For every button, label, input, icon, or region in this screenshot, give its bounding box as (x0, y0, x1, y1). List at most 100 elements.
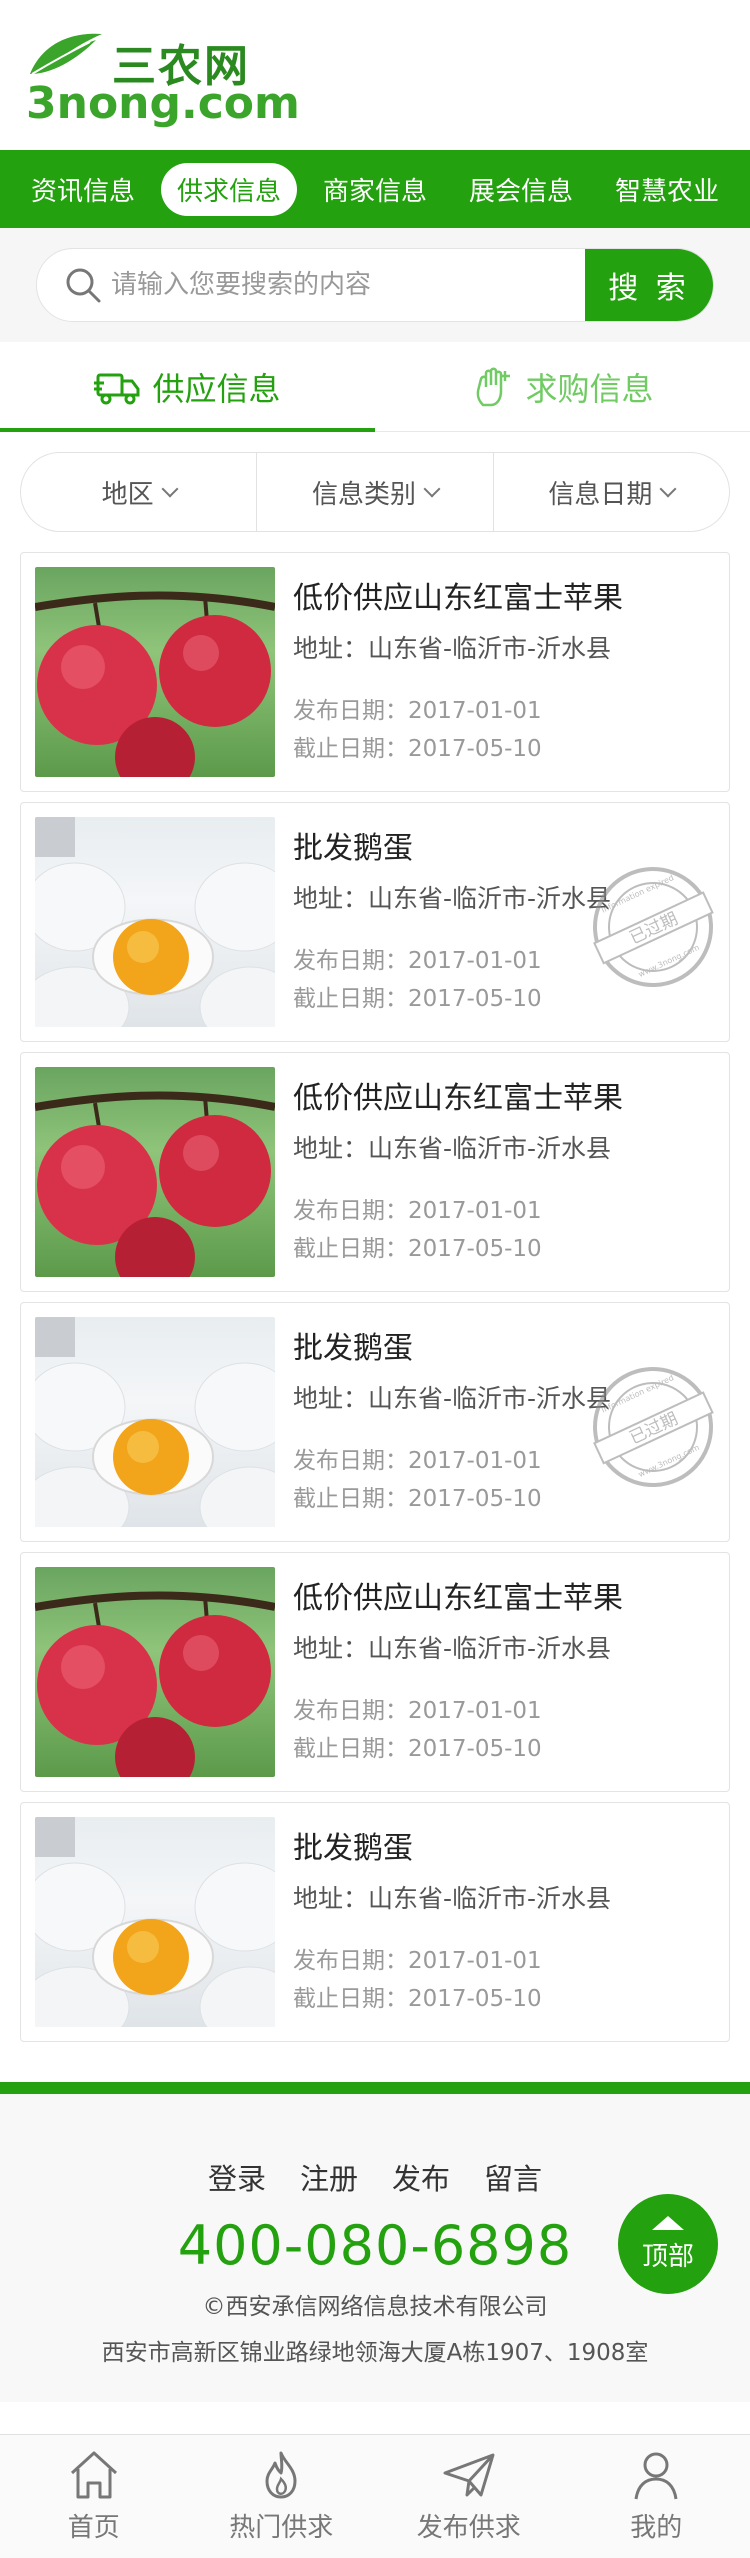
listing-deadline-date: 截止日期：2017-05-10 (293, 1486, 542, 1512)
listing-title: 低价供应山东红富士苹果 (293, 1081, 623, 1116)
listing-deadline-date: 截止日期：2017-05-10 (293, 1736, 542, 1762)
nav-item-news[interactable]: 资讯信息 (15, 163, 151, 216)
nav-item-supply-demand[interactable]: 供求信息 (160, 162, 297, 216)
stamp-ring-top: Information expired (600, 873, 675, 914)
listing-publish-date: 发布日期：2017-01-01 (293, 1948, 542, 1974)
bottom-tab-hot[interactable]: 热门供求 (188, 2435, 376, 2558)
bottom-tab-me-label: 我的 (630, 2513, 683, 2543)
tab-demand-label: 求购信息 (525, 369, 654, 408)
listing-title: 批发鹅蛋 (293, 1331, 413, 1366)
arrow-up-icon (652, 2215, 684, 2230)
home-icon (70, 2451, 117, 2499)
listing-deadline-date: 截止日期：2017-05-10 (293, 986, 542, 1012)
filter-date[interactable]: 信息日期 (494, 453, 729, 531)
truck-icon (94, 373, 140, 404)
listing-card[interactable]: 低价供应山东红富士苹果 地址：山东省-临沂市-沂水县 发布日期：2017-01-… (20, 1552, 730, 1792)
chevron-down-icon (423, 480, 441, 498)
hand-icon (477, 367, 511, 406)
listing-address: 地址：山东省-临沂市-沂水县 (293, 634, 612, 663)
listing-list: 低价供应山东红富士苹果 地址：山东省-临沂市-沂水县 发布日期：2017-01-… (0, 532, 750, 2042)
egg-image (35, 1317, 275, 1527)
expired-stamp: 已过期 Information expired www.3nong.com (593, 1367, 714, 1487)
user-icon (634, 2452, 678, 2500)
egg-image (35, 1817, 275, 2027)
logo[interactable]: 三农网 3nong.com (26, 26, 300, 129)
listing-title: 批发鹅蛋 (293, 1831, 413, 1866)
bottom-tab-home-label: 首页 (67, 2513, 120, 2543)
company-address: 西安市高新区锦业路绿地领海大厦A栋1907、1908室 (101, 2340, 649, 2366)
listing-title: 低价供应山东红富士苹果 (293, 581, 623, 616)
listing-publish-date: 发布日期：2017-01-01 (293, 1448, 542, 1474)
listing-publish-date: 发布日期：2017-01-01 (293, 1698, 542, 1724)
back-to-top-label: 顶部 (641, 2241, 694, 2272)
listing-card[interactable]: 批发鹅蛋 地址：山东省-临沂市-沂水县 发布日期：2017-01-01 截止日期… (20, 1802, 730, 2042)
tab-demand[interactable]: 求购信息 (375, 342, 750, 431)
leaf-logo-icon (30, 33, 102, 75)
flame-icon (265, 2451, 297, 2499)
listing-address: 地址：山东省-临沂市-沂水县 (293, 1134, 612, 1163)
listing-card[interactable]: 批发鹅蛋 地址：山东省-临沂市-沂水县 发布日期：2017-01-01 截止日期… (20, 1302, 730, 1542)
header: 三农网 3nong.com (0, 0, 750, 150)
stamp-ring-bottom: www.3nong.com (637, 943, 701, 979)
nav-item-merchants[interactable]: 商家信息 (307, 163, 443, 216)
filter-bar: 地区 信息类别 信息日期 (20, 452, 730, 532)
footer-link-publish[interactable]: 发布 (392, 2156, 450, 2198)
footer-link-login[interactable]: 登录 (208, 2156, 266, 2198)
footer-link-message[interactable]: 留言 (484, 2156, 542, 2198)
bottom-tab-home[interactable]: 首页 (0, 2435, 188, 2558)
filter-category[interactable]: 信息类别 (257, 453, 494, 531)
listing-title: 低价供应山东红富士苹果 (293, 1581, 623, 1616)
footer-link-register[interactable]: 注册 (300, 2156, 358, 2198)
bottom-tab-publish[interactable]: 发布供求 (375, 2435, 563, 2558)
bottom-tab-hot-label: 热门供求 (229, 2513, 334, 2543)
listing-info: 低价供应山东红富士苹果 地址：山东省-临沂市-沂水县 发布日期：2017-01-… (293, 1567, 715, 1777)
filter-region[interactable]: 地区 (21, 453, 258, 531)
stamp-ring-top: Information expired (600, 1373, 675, 1414)
listing-info: 批发鹅蛋 地址：山东省-临沂市-沂水县 发布日期：2017-01-01 截止日期… (293, 1817, 715, 2027)
bottom-tab-publish-label: 发布供求 (416, 2513, 521, 2543)
logo-en-text: 3nong.com (26, 78, 300, 129)
filter-region-label: 地区 (101, 479, 154, 510)
send-icon (443, 2453, 495, 2497)
search-box: 搜 索 (36, 248, 714, 322)
footer-links: 登录 注册 发布 留言 (0, 2094, 750, 2198)
footer: 登录 注册 发布 留言 400-080-6898 ©西安承信网络信息技术有限公司… (0, 2082, 750, 2402)
listing-deadline-date: 截止日期：2017-05-10 (293, 1236, 542, 1262)
search-icon (66, 268, 101, 303)
filter-date-label: 信息日期 (548, 479, 653, 510)
company-copyright: ©西安承信网络信息技术有限公司 (202, 2294, 548, 2320)
chevron-down-icon (659, 480, 677, 498)
search-input[interactable] (111, 270, 585, 300)
search-button[interactable]: 搜 索 (585, 249, 713, 321)
listing-info: 低价供应山东红富士苹果 地址：山东省-临沂市-沂水县 发布日期：2017-01-… (293, 567, 715, 777)
listing-card[interactable]: 低价供应山东红富士苹果 地址：山东省-临沂市-沂水县 发布日期：2017-01-… (20, 1052, 730, 1292)
tab-supply[interactable]: 供应信息 (0, 342, 375, 432)
listing-publish-date: 发布日期：2017-01-01 (293, 948, 542, 974)
main-nav: 资讯信息 供求信息 商家信息 展会信息 智慧农业 (0, 150, 750, 228)
listing-publish-date: 发布日期：2017-01-01 (293, 698, 542, 724)
listing-deadline-date: 截止日期：2017-05-10 (293, 1986, 542, 2012)
apple-image (35, 567, 275, 777)
search-bar: 搜 索 (0, 228, 750, 342)
chevron-down-icon (161, 480, 179, 498)
expired-stamp: 已过期 Information expired www.3nong.com (593, 867, 714, 987)
tab-supply-label: 供应信息 (152, 369, 281, 408)
filter-category-label: 信息类别 (311, 479, 416, 510)
back-to-top-button[interactable]: 顶部 (618, 2194, 718, 2294)
apple-image (35, 1567, 275, 1777)
bottom-tab-bar: 首页 热门供求 发布供求 我的 (0, 2434, 750, 2558)
bottom-tab-me[interactable]: 我的 (563, 2435, 750, 2558)
nav-item-smart-agriculture[interactable]: 智慧农业 (599, 163, 735, 216)
stamp-ring-bottom: www.3nong.com (637, 1443, 701, 1479)
nav-item-exhibitions[interactable]: 展会信息 (453, 163, 589, 216)
listing-card[interactable]: 低价供应山东红富士苹果 地址：山东省-临沂市-沂水县 发布日期：2017-01-… (20, 552, 730, 792)
listing-publish-date: 发布日期：2017-01-01 (293, 1198, 542, 1224)
listing-title: 批发鹅蛋 (293, 831, 413, 866)
egg-image (35, 817, 275, 1027)
listing-deadline-date: 截止日期：2017-05-10 (293, 736, 542, 762)
listing-address: 地址：山东省-临沂市-沂水县 (293, 1634, 612, 1663)
listing-card[interactable]: 批发鹅蛋 地址：山东省-临沂市-沂水县 发布日期：2017-01-01 截止日期… (20, 802, 730, 1042)
apple-image (35, 1067, 275, 1277)
listing-info: 低价供应山东红富士苹果 地址：山东省-临沂市-沂水县 发布日期：2017-01-… (293, 1067, 715, 1277)
supply-demand-tabs: 供应信息 求购信息 (0, 342, 750, 432)
